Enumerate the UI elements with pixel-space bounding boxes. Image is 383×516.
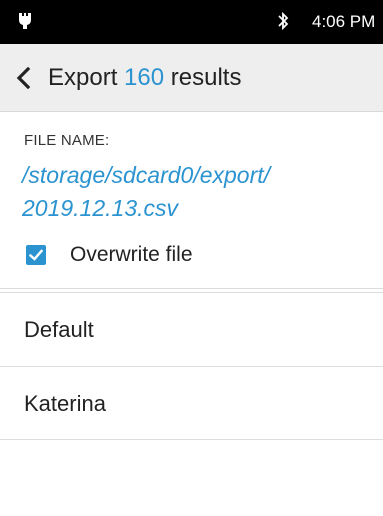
app-bar: Export 160 results [0,44,383,112]
file-name-section: FILE NAME: /storage/sdcard0/export/ 2019… [0,112,383,288]
notification-icon [18,12,32,30]
list-item-katerina[interactable]: Katerina [0,367,383,440]
title-prefix: Export [48,64,118,91]
clock: 4:06 PM [312,12,376,31]
file-path-line-1: /storage/sdcard0/export/ [22,162,271,188]
file-path[interactable]: /storage/sdcard0/export/ 2019.12.13.csv [22,159,362,225]
file-path-line-2: 2019.12.13.csv [22,195,179,221]
overwrite-file-toggle[interactable]: Overwrite file [18,236,258,272]
divider [0,439,383,440]
list-item-label: Katerina [24,391,106,416]
page-title: Export 160 results [48,64,241,92]
overwrite-file-label: Overwrite file [70,243,193,266]
export-screen: 4:06 PM Export 160 results FILE NAME: /s… [0,0,383,516]
bluetooth-icon [277,11,289,31]
back-button[interactable] [6,58,46,98]
results-count: 160 [124,64,165,91]
divider [0,288,383,289]
chevron-left-icon [16,67,31,89]
list-item-label: Default [24,317,94,342]
list-item-default[interactable]: Default [0,293,383,366]
file-name-label: FILE NAME: [24,132,110,149]
checkmark-icon [28,249,44,261]
title-suffix: results [170,64,242,91]
overwrite-checkbox[interactable] [26,245,46,265]
status-bar: 4:06 PM [0,0,383,44]
